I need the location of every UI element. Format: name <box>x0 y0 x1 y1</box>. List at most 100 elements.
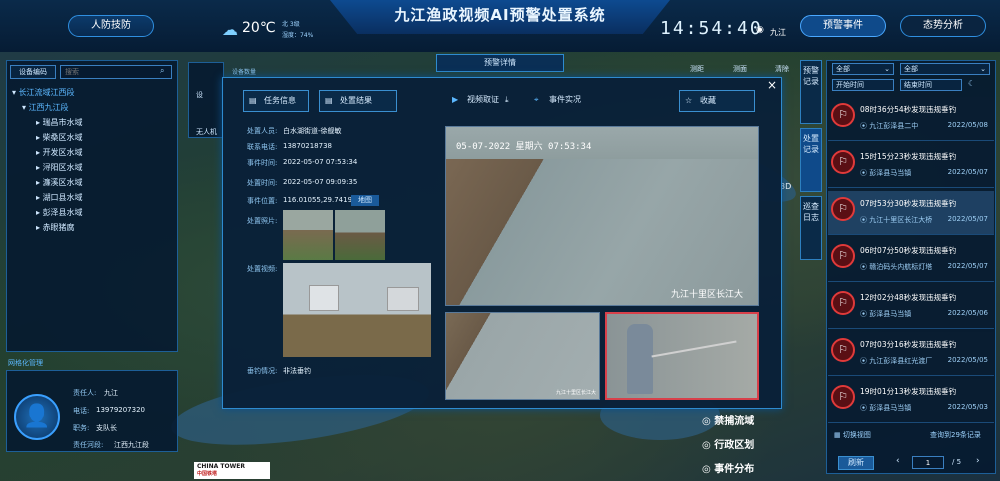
next-page-icon[interactable]: › <box>976 456 980 466</box>
filter-select-2[interactable]: 全部 ⌄ <box>900 63 990 75</box>
close-icon[interactable]: × <box>767 78 777 92</box>
start-time-input[interactable]: 开始时间 <box>832 79 894 91</box>
tree-root-label: 长江流域江西段 <box>18 88 75 97</box>
event-list-item[interactable]: ⚐ 19时01分13秒发现违规垂钓 ⦿ 彭泽县马当镇 2022/05/03 <box>828 379 994 423</box>
location-pin-icon: ⦿ <box>860 122 870 130</box>
search-icon[interactable]: ⌕ <box>160 66 164 76</box>
china-tower-logo: CHINA TOWER 中国铁塔 <box>194 462 270 479</box>
video-evidence-label: 视频取证 <box>467 95 499 104</box>
switch-view-label: 切换视图 <box>842 431 871 439</box>
patrol-log-tab[interactable]: 巡查日志 <box>800 196 822 260</box>
tree-area-item[interactable]: ▸ 彭泽县水域 <box>36 205 83 220</box>
tree-area-label: 濂溪区水域 <box>42 178 83 187</box>
layer-event-button[interactable]: ◎ 事件分布 <box>702 460 792 478</box>
chevron-down-icon: ⌄ <box>884 65 890 73</box>
tree-area-item[interactable]: ▸ 湖口县水域 <box>36 190 83 205</box>
user-icon[interactable]: ◉ <box>756 25 764 35</box>
star-icon: ☆ <box>685 96 693 105</box>
task-info-tab[interactable]: ▤ 任务信息 <box>243 90 309 112</box>
map-tool-area[interactable]: 测面 <box>733 64 747 74</box>
refresh-button[interactable]: 刷新 <box>838 456 874 470</box>
disposal-video[interactable] <box>283 263 431 357</box>
tree-area-item[interactable]: ▸ 柴桑区水域 <box>36 130 83 145</box>
user-name[interactable]: 九江 <box>770 27 786 38</box>
event-date: 2022/05/07 <box>947 168 988 176</box>
tree-area-item[interactable]: ▸ 濂溪区水域 <box>36 175 83 190</box>
manual-tech-button[interactable]: 人防技防 <box>68 15 154 37</box>
device-count-label: 设备数量 <box>232 69 257 76</box>
device-code-select[interactable]: 设备编码 <box>10 65 56 79</box>
tree-area-label: 彭泽县水域 <box>42 208 83 217</box>
river-label: 责任河段: <box>73 441 104 449</box>
warning-events-tab[interactable]: 预警事件 <box>800 15 886 37</box>
map-tool-clear[interactable]: 清除 <box>775 64 789 74</box>
event-list-item[interactable]: ⚐ 08时36分54秒发现违规垂钓 ⦿ 九江彭泽县二中 2022/05/08 <box>828 97 994 141</box>
main-camera-view[interactable]: 05-07-2022 星期六 07:53:34 九江十里区长江大 <box>445 126 759 306</box>
page-input[interactable] <box>912 456 944 469</box>
weather-wind: 北 3级 <box>282 21 300 28</box>
thumbnail-camera-2[interactable] <box>605 312 759 400</box>
video-label: 处置视频: <box>247 265 278 273</box>
event-date: 2022/05/06 <box>947 309 988 317</box>
fishing-alert-icon: ⚐ <box>831 385 855 409</box>
app-title: 九江渔政视频AI预警处置系统 <box>330 0 670 34</box>
tree-child-label: 江西九江段 <box>28 103 69 112</box>
map-button[interactable]: 地图 <box>351 195 379 206</box>
event-place: ⦿ 九江彭泽县二中 <box>860 121 918 131</box>
event-title: 06时07分50秒发现违规垂钓 <box>860 246 957 255</box>
photo-label: 处置照片: <box>247 217 278 225</box>
filter-select-1[interactable]: 全部 ⌄ <box>832 63 894 75</box>
end-time-input[interactable]: 结束时间 <box>900 79 962 91</box>
event-list-item[interactable]: ⚐ 07时03分16秒发现违规垂钓 ⦿ 九江彭泽县红光渡厂 2022/05/05 <box>828 332 994 376</box>
event-place-label: 九江彭泽县红光渡厂 <box>869 357 933 365</box>
event-list-item[interactable]: ⚐ 06时07分50秒发现违规垂钓 ⦿ 赣泊码头内航标灯塔 2022/05/07 <box>828 238 994 282</box>
event-place: ⦿ 九江彭泽县红光渡厂 <box>860 356 932 366</box>
map-tool-distance[interactable]: 测距 <box>690 64 704 74</box>
field-label: 事件位置: <box>247 197 278 205</box>
task-info-label: 任务信息 <box>264 96 296 105</box>
doc-icon: ▤ <box>249 96 257 105</box>
favorite-label: 收藏 <box>700 96 716 105</box>
event-list-item[interactable]: ⚐ 15时15分23秒发现违规垂钓 ⦿ 彭泽县马当镇 2022/05/07 <box>828 144 994 188</box>
tree-area-item[interactable]: ▸ 浔阳区水域 <box>36 160 83 175</box>
event-place: ⦿ 彭泽县马当镇 <box>860 309 911 319</box>
layer-admin-button[interactable]: ◎ 行政区划 <box>702 436 792 454</box>
disposal-photo-2[interactable] <box>335 210 385 260</box>
tree-root[interactable]: ▾ 长江流域江西段 <box>12 85 75 100</box>
record-count: 查询到29条记录 <box>930 431 981 439</box>
tree-area-label: 柴桑区水域 <box>42 133 83 142</box>
layers-icon: ◎ <box>702 416 715 427</box>
live-event-button[interactable]: ⌖ 事件实况 <box>529 90 605 112</box>
search-input[interactable] <box>60 65 172 79</box>
fishing-rod <box>651 340 737 358</box>
location-pin-icon: ⦿ <box>860 263 870 271</box>
download-icon[interactable]: ⤓ <box>505 95 509 104</box>
field-label: 联系电话: <box>247 143 278 151</box>
fishing-value: 非法垂钓 <box>283 367 311 375</box>
event-list-item[interactable]: ⚐ 12时02分48秒发现违规垂钓 ⦿ 彭泽县马当镇 2022/05/06 <box>828 285 994 329</box>
warning-detail-tab[interactable]: 预警详情 <box>436 54 564 72</box>
thumbnail-camera-1[interactable]: 九江十里区长江大 <box>445 312 600 400</box>
layer-forbidden-button[interactable]: ◎ 禁捕流域 <box>702 412 792 430</box>
prev-page-icon[interactable]: ‹ <box>896 456 900 466</box>
event-list-item[interactable]: ⚐ 07时53分30秒发现违规垂钓 ⦿ 九江十里区长江大桥 2022/05/07 <box>828 191 994 235</box>
tree-area-item[interactable]: ▸ 赤眼猪腐 <box>36 220 83 235</box>
person-silhouette <box>627 324 653 394</box>
tree-child[interactable]: ▾ 江西九江段 <box>22 100 69 115</box>
favorite-button[interactable]: ☆ 收藏 <box>679 90 755 112</box>
result-tab[interactable]: ▤ 处置结果 <box>319 90 397 112</box>
video-evidence-button[interactable]: ▶ 视频取证 ⤓ <box>447 90 523 112</box>
thumbnail-location: 九江十里区长江大 <box>556 390 597 396</box>
location-pin-icon: ⦿ <box>860 357 870 365</box>
situation-analysis-tab[interactable]: 态势分析 <box>900 15 986 37</box>
focus-icon: ⌖ <box>534 95 539 104</box>
tree-area-item[interactable]: ▸ 开发区水域 <box>36 145 83 160</box>
warning-record-tab[interactable]: 预警记录 <box>800 60 822 124</box>
disposal-photo-1[interactable] <box>283 210 333 260</box>
layers-icon: ◎ <box>702 440 715 451</box>
field-value: 2022-05-07 07:53:34 <box>283 158 358 166</box>
moon-icon[interactable]: ☾ <box>968 79 975 88</box>
disposal-record-tab[interactable]: 处置记录 <box>800 128 822 192</box>
tree-area-item[interactable]: ▸ 瑞昌市水域 <box>36 115 83 130</box>
switch-view-button[interactable]: ▦ 切换视图 <box>834 430 871 440</box>
